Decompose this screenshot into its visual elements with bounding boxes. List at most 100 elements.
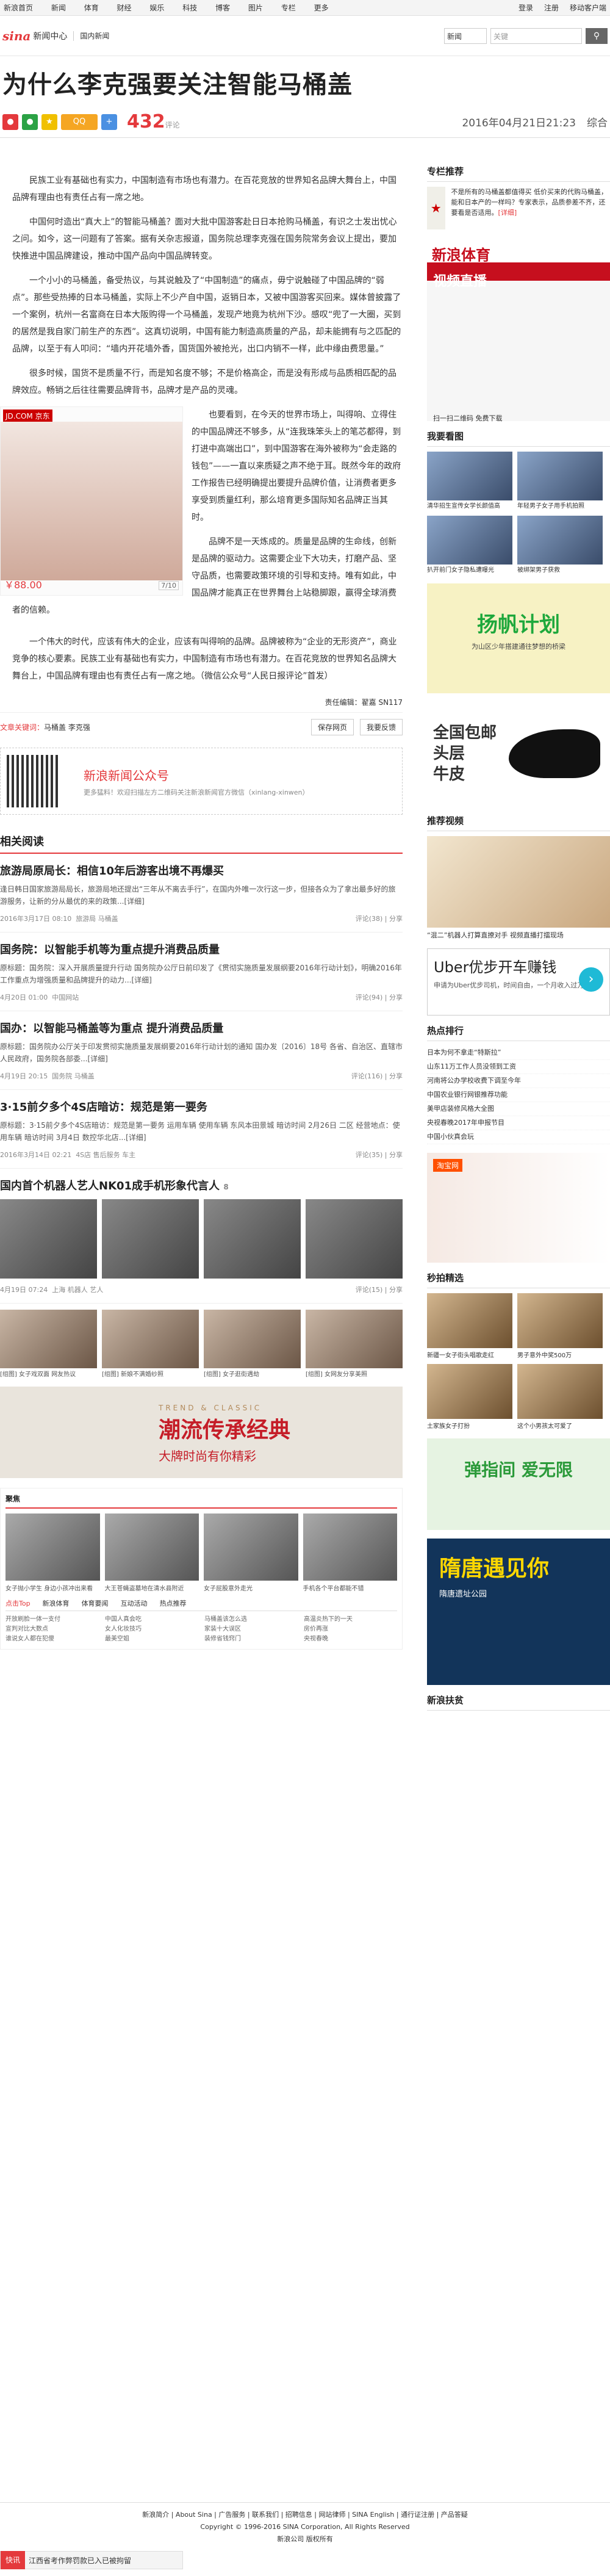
item-title[interactable]: 国务院：以智能手机等为重点提升消费品质量 [0,941,403,957]
thumb[interactable]: [组图] 女子戏双面 网友热议 [0,1310,97,1379]
photo[interactable] [306,1199,403,1279]
footer-links[interactable]: 新浪简介 | About Sina | 广告服务 | 联系我们 | 招聘信息 |… [0,2509,610,2521]
photo[interactable] [0,1199,97,1279]
more-share-icon[interactable]: + [101,114,117,130]
item-title[interactable]: 3·15前夕多个4S店暗访：规范是第一要务 [0,1099,403,1114]
item-share[interactable]: 分享 [389,1151,403,1159]
tab[interactable]: 互动活动 [121,1598,148,1608]
tab[interactable]: 新浪体育 [43,1598,70,1608]
hot-item[interactable]: 中国农业银行网银推荐功能 [427,1088,610,1102]
video-thumb[interactable] [427,836,610,928]
search-input[interactable]: 关键 [490,27,582,44]
item-comments[interactable]: 评论(38) [356,915,383,923]
item-comments[interactable]: 评论(15) [356,1286,383,1294]
gallery-item[interactable]: 女子抛小学生 身边小孩冲出来看 [5,1513,100,1592]
hot-item[interactable]: 央视春晚2017年申报节目 [427,1116,610,1130]
link[interactable]: 家装十大误区 [204,1625,298,1634]
green-ad[interactable]: 弹指间 爱无限 [427,1438,610,1530]
qq-share-icon[interactable]: QQ [61,114,98,130]
pic-label[interactable]: 清华招生宣传女学长颜值高 [427,502,512,511]
thumb-label[interactable]: [组图] 新娘不满婚纱照 [102,1371,199,1379]
shop-item[interactable]: 土家族女子打扮 [427,1364,512,1430]
item-share[interactable]: 分享 [389,915,403,923]
shop-item[interactable]: 新疆一女子街头唱歌走红 [427,1293,512,1359]
sina-sports-ad[interactable]: 新浪体育 视频直播 扫一扫二维码 免费下载 [427,238,610,422]
link[interactable]: 开放刷脸一体一支付 [5,1615,99,1625]
save-button[interactable]: 保存网页 [310,719,354,735]
list-item[interactable]: 国办：以智能马桶盖等为重点 提升消费品质量 原标题：国务院办公厅关于印发贯彻实施… [0,1011,403,1090]
photo-strip[interactable] [0,1199,403,1279]
nav-tech[interactable]: 科技 [182,2,197,13]
thumb-label[interactable]: [组图] 女子逛街遇劫 [204,1371,301,1379]
item-comments[interactable]: 评论(116) [351,1072,383,1080]
shop-label[interactable]: 男子意外中奖500万 [517,1350,603,1359]
shop-label[interactable]: 土家族女子打扮 [427,1421,512,1430]
gallery-label[interactable]: 手机各个平台都能不错 [303,1583,398,1592]
weibo-share-icon[interactable]: ● [2,114,18,130]
keywords[interactable]: 马桶盖 李克强 [44,722,90,732]
gallery-item[interactable]: 大王苍蝇盗墓地在清水县附近 [104,1513,199,1592]
fashion-banner[interactable]: TREND & CLASSIC 潮流传承经典 大牌时尚有你精彩 [0,1387,403,1478]
thumb-label[interactable]: [组图] 女网友分享美照 [306,1371,403,1379]
item-comments[interactable]: 评论(35) [356,1151,383,1159]
item-share[interactable]: 分享 [389,1286,403,1294]
thumb[interactable]: [组图] 新娘不满婚纱照 [102,1310,199,1379]
item-tags[interactable]: 4S店 售后服务 车主 [76,1150,135,1160]
news-flash-bar[interactable]: 快讯 江西省考作弊罚款已入已被拘留 [0,2551,183,2569]
thumb[interactable]: [组图] 女子逛街遇劫 [204,1310,301,1379]
item-title[interactable]: 国办：以智能马桶盖等为重点 提升消费品质量 [0,1020,403,1036]
link[interactable]: 谁说女人都在犯傻 [5,1634,99,1644]
item-share[interactable]: 分享 [389,1072,403,1080]
item-tags[interactable]: 中国网站 [52,992,79,1002]
nav-finance[interactable]: 财经 [117,2,132,13]
gallery-label[interactable]: 女子抛小学生 身边小孩冲出来看 [5,1583,100,1592]
gallery-label[interactable]: 女子屁股意外走光 [204,1583,298,1592]
item-share[interactable]: 分享 [389,994,403,1001]
rec-text[interactable]: 不是所有的马桶盖都值得买 低价买来的代购马桶盖，能和日本产的一样吗？专家表示，品… [451,187,610,229]
photo[interactable] [204,1199,301,1279]
comment-count[interactable]: 432评论 [127,111,180,132]
gallery-item[interactable]: 手机各个平台都能不错 [303,1513,398,1592]
link[interactable]: 高温炎热下的一天 [304,1615,397,1625]
tab[interactable]: 点击Top [5,1598,30,1608]
item-tags[interactable]: 国务院 马桶盖 [52,1071,95,1081]
nav-ent[interactable]: 娱乐 [149,2,164,13]
thumb-label[interactable]: [组图] 女子戏双面 网友热议 [0,1371,97,1379]
photo-item[interactable]: 国内首个机器人艺人NK01成手机形象代言人 8 4月19日 07:24 上海 机… [0,1169,403,1304]
hot-item[interactable]: 美甲店装修风格大全图 [427,1102,610,1116]
nav-sports[interactable]: 体育 [84,2,99,13]
link[interactable]: 女人化妆技巧 [105,1625,198,1634]
hot-item[interactable]: 中国小伙真会玩 [427,1130,610,1144]
hot-item[interactable]: 河南将公办学校收费下调至今年 [427,1074,610,1088]
tourism-ad[interactable]: 隋唐遇见你 隋唐遗址公园 [427,1539,610,1685]
shoe-ad[interactable]: 全国包邮 头层 牛皮 [427,702,610,806]
tab[interactable]: 体育要闻 [82,1598,109,1608]
nav-blog[interactable]: 博客 [215,2,230,13]
list-item[interactable]: 国务院：以智能手机等为重点提升消费品质量 原标题：国务院：深入开展质量提升行动 … [0,933,403,1011]
rec-image[interactable]: ★ [427,187,445,229]
link[interactable]: 最美空姐 [105,1634,198,1644]
taobao-ad[interactable]: 淘宝网 [427,1153,610,1263]
flash-text[interactable]: 江西省考作弊罚款已入已被拘留 [29,2555,131,2566]
charity-ad[interactable]: 扬帆计划 为山区少年搭建通往梦想的桥梁 [427,583,610,693]
chevron-right-icon[interactable]: › [579,967,603,992]
link[interactable]: 房价再涨 [304,1625,397,1634]
hot-item[interactable]: 日本为何不拿走“特斯拉” [427,1046,610,1060]
breadcrumb[interactable]: 国内新闻 [80,31,109,41]
link[interactable]: 马桶盖该怎么选 [204,1615,298,1625]
hot-item[interactable]: 山东11万工作人员没领到工资 [427,1060,610,1074]
shop-label[interactable]: 新疆一女子街头唱歌走红 [427,1350,512,1359]
nav-more[interactable]: 更多 [314,2,329,13]
item-tags[interactable]: 旅游局 马桶盖 [76,914,118,923]
shop-item[interactable]: 这个小男孩太可爱了 [517,1364,603,1430]
link[interactable]: 装修省钱窍门 [204,1634,298,1644]
gallery-label[interactable]: 大王苍蝇盗墓地在清水县附近 [105,1583,199,1592]
list-item[interactable]: 3·15前夕多个4S店暗访：规范是第一要务 原标题：3·15前夕多个4S店暗访：… [0,1090,403,1169]
search-select[interactable]: 新闻 [444,27,487,44]
shop-item[interactable]: 男子意外中奖500万 [517,1293,603,1359]
uber-ad[interactable]: Uber优步开车赚钱 申请为Uber优步司机，时间自由，一个月收入过万 › [427,948,610,1016]
pic-label[interactable]: 扒开前门女子隐私遭曝光 [427,566,512,575]
jd-ad[interactable]: JD.COM 京东 ￥88.00 7/10 [0,406,183,596]
nav-column[interactable]: 专栏 [281,2,296,13]
pic-item[interactable]: 清华招生宣传女学长颜值高 [427,452,512,511]
